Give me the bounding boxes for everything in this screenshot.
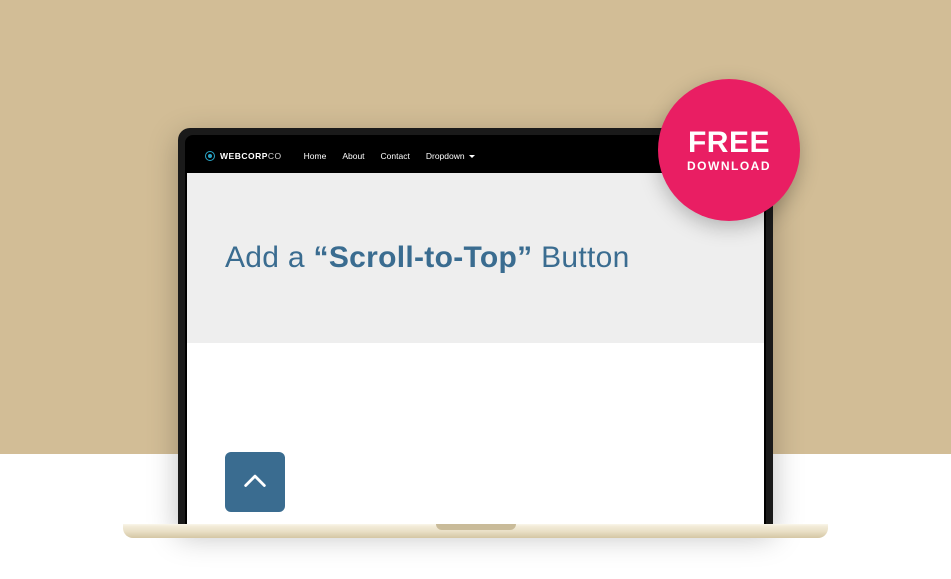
promo-stage: WEBCORPCO Home About Contact Dropdown Ad… — [0, 0, 951, 579]
brand[interactable]: WEBCORPCO — [205, 151, 282, 161]
laptop-notch — [436, 524, 516, 530]
hero-pre: Add a — [225, 241, 314, 274]
nav-about[interactable]: About — [342, 151, 364, 161]
hero-title: Add a “Scroll-to-Top” Button — [225, 241, 630, 275]
nav-dropdown[interactable]: Dropdown — [426, 151, 475, 161]
nav-home[interactable]: Home — [304, 151, 327, 161]
nav-contact[interactable]: Contact — [381, 151, 410, 161]
hero-quoted: “Scroll-to-Top” — [314, 241, 533, 274]
page-body — [187, 343, 764, 528]
hero-post: Button — [532, 241, 629, 274]
brand-text: WEBCORPCO — [220, 151, 282, 161]
chevron-up-icon — [241, 468, 269, 496]
scroll-to-top-button[interactable] — [225, 452, 285, 512]
badge-line1: FREE — [688, 127, 770, 159]
badge-line2: DOWNLOAD — [687, 160, 771, 173]
free-download-badge[interactable]: FREE DOWNLOAD — [658, 79, 800, 221]
brand-strong: WEBCORP — [220, 151, 268, 161]
brand-light: CO — [268, 151, 282, 161]
brand-logo-icon — [205, 151, 215, 161]
